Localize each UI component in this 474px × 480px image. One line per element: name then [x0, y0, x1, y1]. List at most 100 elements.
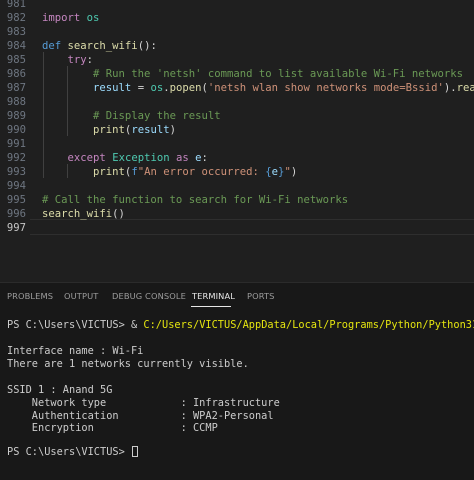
code-line[interactable]: 985 try: [0, 53, 474, 67]
code-token: popen [169, 82, 202, 94]
code-token: # Display the result [93, 110, 221, 122]
code-token: : [86, 54, 94, 66]
code-text: result = os.popen('netsh wlan show netwo… [42, 81, 474, 95]
code-token: os [86, 12, 100, 24]
code-token: os [150, 82, 164, 94]
line-number: 984 [6, 40, 26, 52]
code-token: print [93, 124, 125, 136]
terminal-output-line: Network type : Infrastructure [7, 396, 280, 409]
line-number: 997 [6, 222, 26, 234]
code-line[interactable]: 986 # Run the 'netsh' command to list av… [0, 67, 474, 81]
code-line[interactable]: 996 search_wifi() [0, 207, 474, 221]
code-token: def [42, 40, 62, 52]
code-token: ). [443, 82, 457, 94]
code-line[interactable]: 987 result = os.popen('netsh wlan show n… [0, 81, 474, 95]
code-token: Exception [112, 152, 170, 164]
code-token: search_wifi [67, 40, 138, 52]
terminal-prompt: PS C:\Users\VICTUS> [7, 319, 125, 331]
code-token: (): [137, 40, 157, 52]
code-line[interactable]: 992 except Exception as e: [0, 151, 474, 165]
tab-ports[interactable]: PORTS [247, 291, 275, 301]
code-token: ) [290, 166, 298, 178]
line-number: 994 [6, 180, 26, 192]
line-number: 995 [6, 194, 26, 206]
code-text: def search_wifi(): [42, 39, 157, 53]
code-line[interactable]: 993 print(f"An error occurred: {e}") [0, 165, 474, 179]
command-operator: & [124, 319, 144, 331]
code-token: search_wifi [42, 208, 113, 220]
tab-problems[interactable]: PROBLEMS [7, 291, 53, 301]
code-token: print [93, 166, 125, 178]
line-number: 990 [6, 124, 26, 136]
active-tab-indicator [191, 306, 231, 307]
code-line[interactable]: 994 [0, 179, 474, 193]
code-line[interactable]: 988 [0, 95, 474, 109]
code-line[interactable]: 982 import os [0, 11, 474, 25]
line-number: 987 [6, 82, 26, 94]
panel-tab-bar: PROBLEMS OUTPUT DEBUG CONSOLE TERMINAL P… [0, 283, 474, 309]
tab-output[interactable]: OUTPUT [64, 291, 98, 301]
code-token: result [93, 82, 132, 94]
terminal-output-line: Authentication : WPA2-Personal [7, 409, 274, 422]
code-line[interactable]: 995 # Call the function to search for Wi-… [0, 193, 474, 207]
terminal-output-line: Encryption : CCMP [7, 422, 218, 435]
code-line[interactable]: 997 [0, 221, 474, 235]
code-line[interactable]: 989 # Display the result [0, 109, 474, 123]
code-token: try [67, 54, 87, 66]
line-number: 981 [6, 0, 26, 10]
code-line[interactable]: 981 [0, 0, 474, 11]
code-line[interactable]: 984 def search_wifi(): [0, 39, 474, 53]
line-number: 983 [6, 26, 26, 38]
code-text: # Run the 'netsh' command to list availa… [42, 67, 463, 81]
line-number: 982 [6, 12, 26, 24]
code-text: print(f"An error occurred: {e}") [42, 165, 297, 179]
code-token: result [131, 124, 170, 136]
line-number: 993 [6, 166, 26, 178]
code-token: : [201, 152, 208, 164]
line-number: 989 [6, 110, 26, 122]
code-token: 'netsh wlan show networks mode=Bssid' [207, 82, 444, 94]
line-number: 996 [6, 208, 26, 220]
terminal-output-line: SSID 1 : Anand 5G [7, 383, 113, 396]
code-token: read [456, 82, 474, 94]
code-line[interactable]: 990 print(result) [0, 123, 474, 137]
code-token: = [131, 82, 151, 94]
code-text: print(result) [42, 123, 176, 137]
line-number: 985 [6, 54, 26, 66]
line-number: 988 [6, 96, 26, 108]
terminal-output-line: There are 1 networks currently visible. [7, 357, 249, 370]
tab-terminal[interactable]: TERMINAL [192, 291, 235, 301]
terminal-final-prompt-line[interactable]: PS C:\Users\VICTUS> [7, 446, 138, 459]
code-token: import [42, 12, 81, 24]
code-text: search_wifi() [42, 207, 125, 221]
line-number: 992 [6, 152, 26, 164]
code-token: () [112, 208, 125, 220]
terminal-prompt: PS C:\Users\VICTUS> [7, 446, 125, 458]
code-token: "An error occurred: [137, 166, 266, 178]
terminal-panel[interactable]: PS C:\Users\VICTUS> & C:/Users/VICTUS/Ap… [0, 309, 474, 480]
tab-debug-console[interactable]: DEBUG CONSOLE [112, 291, 186, 301]
code-text: # Call the function to search for Wi-Fi … [42, 193, 348, 207]
code-line[interactable]: 983 [0, 25, 474, 39]
line-number: 991 [6, 138, 26, 150]
code-token: # Run the 'netsh' command to list availa… [93, 68, 463, 80]
code-editor[interactable]: 981 982 import os 983 984 def search_wifi(): 9… [0, 0, 474, 282]
python-path: C:/Users/VICTUS/AppData/Local/Programs/P… [143, 319, 474, 331]
code-text: import os [42, 11, 99, 25]
code-text: except Exception as e: [42, 151, 208, 165]
code-token: except [67, 152, 106, 164]
code-token: ) [169, 124, 176, 136]
code-text: # Display the result [42, 109, 221, 123]
terminal-output-line: Interface name : Wi-Fi [7, 345, 144, 357]
code-token: as [175, 152, 189, 164]
terminal-cursor [132, 446, 138, 457]
code-line[interactable]: 991 [0, 137, 474, 151]
code-text: try: [42, 53, 94, 67]
